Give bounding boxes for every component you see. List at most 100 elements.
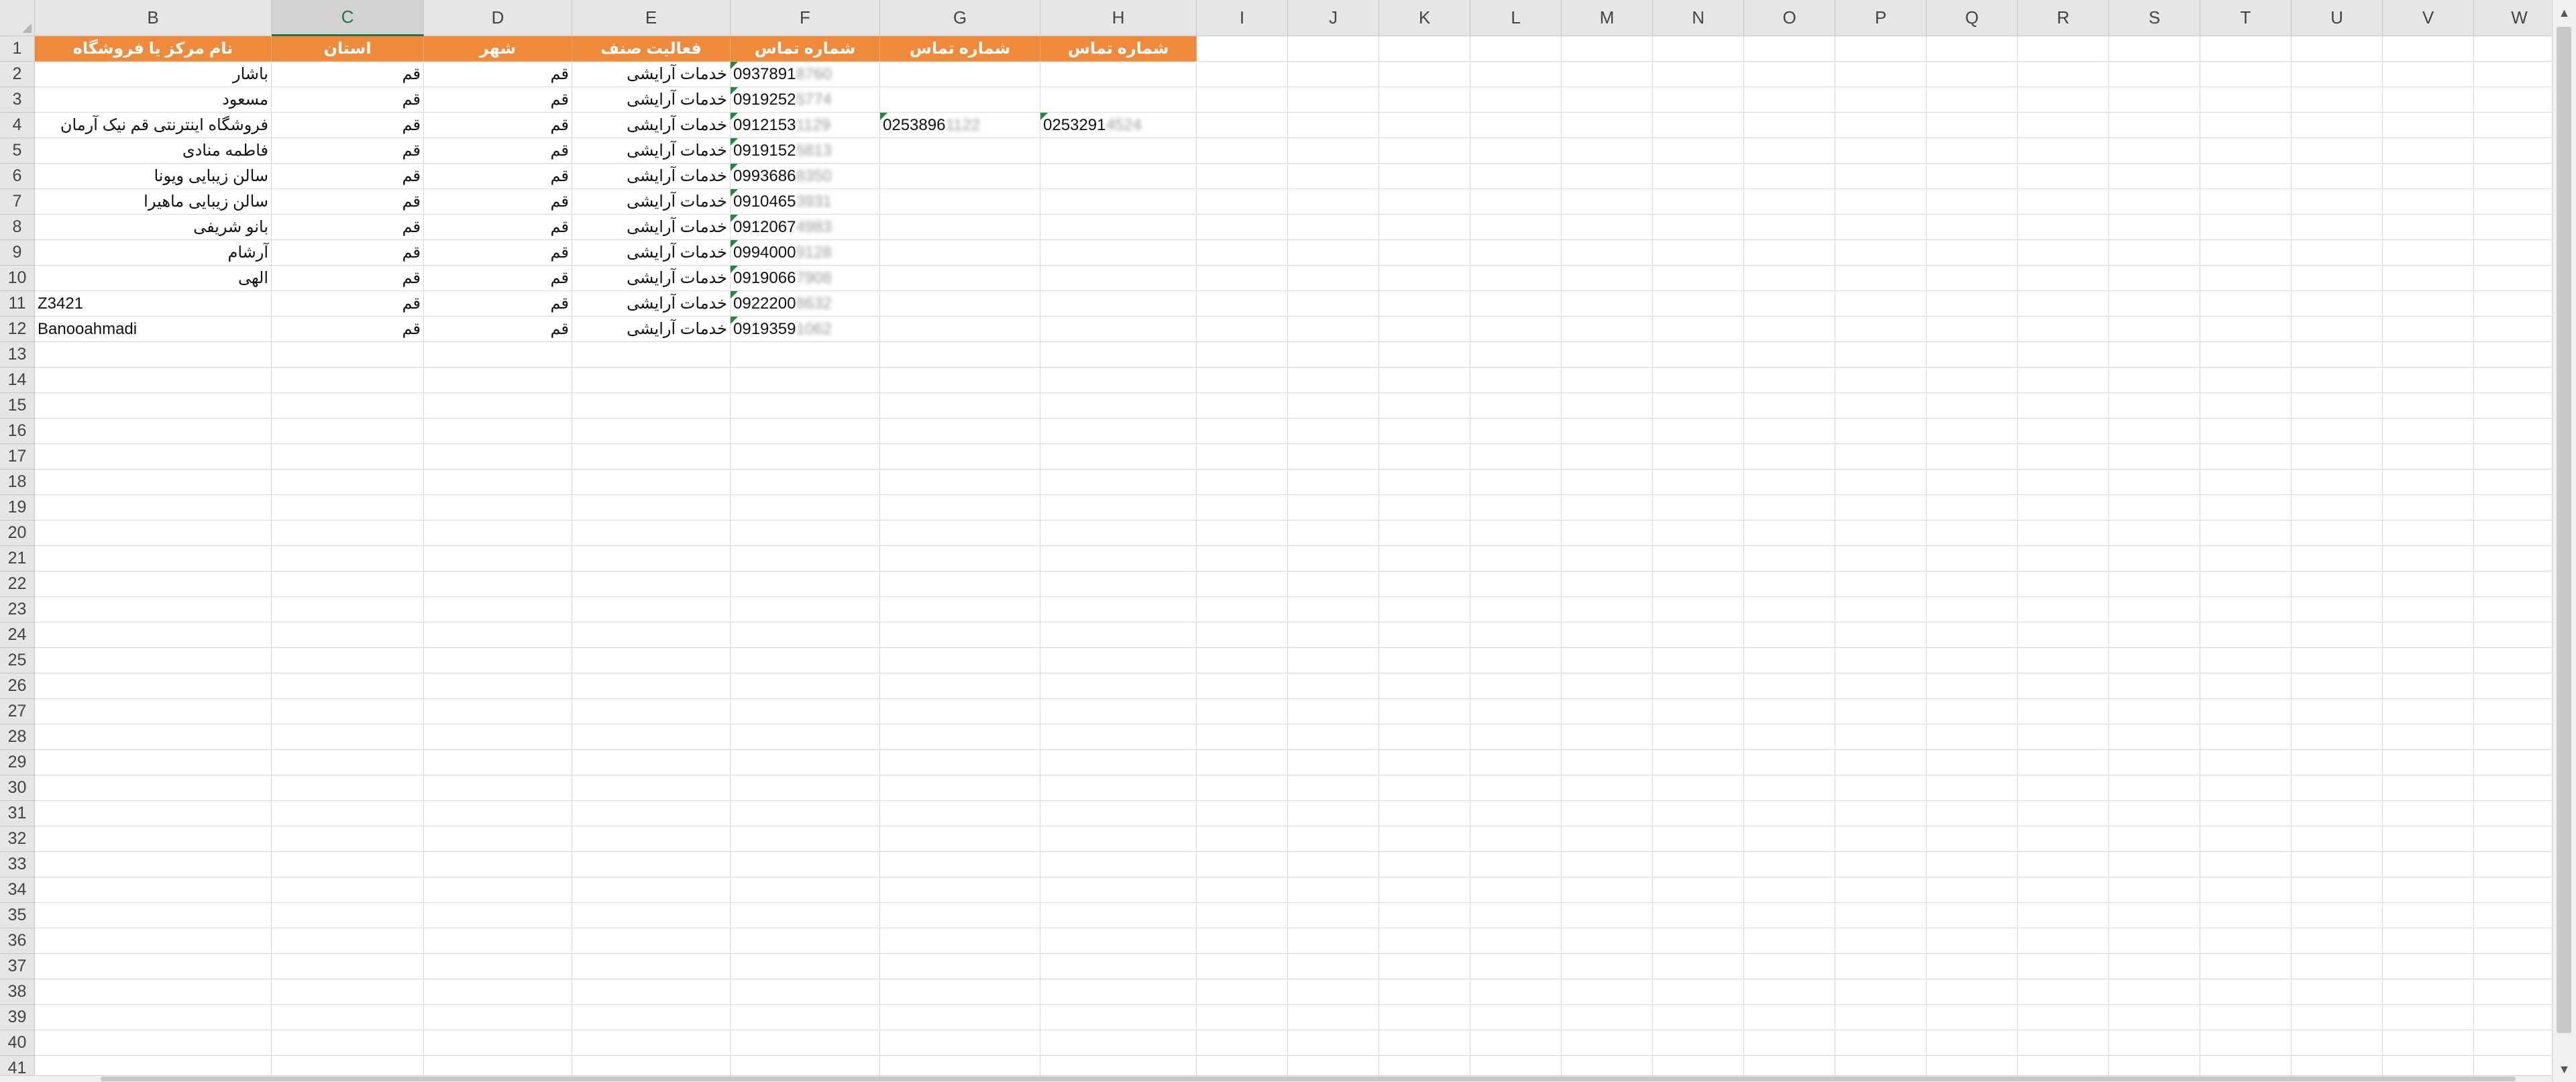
cell-city[interactable]: قم (424, 240, 572, 266)
cell[interactable] (2018, 673, 2109, 699)
cell[interactable] (731, 673, 880, 699)
cell[interactable] (2292, 62, 2383, 87)
cell[interactable] (1744, 240, 1835, 266)
cell[interactable] (2474, 495, 2552, 521)
cell[interactable] (272, 470, 424, 495)
row-header-23[interactable]: 23 (0, 597, 35, 623)
cell[interactable] (1288, 189, 1379, 215)
cell[interactable] (1040, 572, 1197, 597)
cell[interactable] (2200, 724, 2292, 750)
cell[interactable] (2474, 699, 2552, 724)
cell[interactable] (1653, 724, 1744, 750)
cell[interactable] (1040, 954, 1197, 979)
row-header-41[interactable]: 41 (0, 1056, 35, 1075)
cell[interactable] (1288, 903, 1379, 928)
cell-phone-h[interactable] (1040, 240, 1197, 266)
cell[interactable] (1653, 597, 1744, 623)
cell[interactable] (1744, 954, 1835, 979)
cell[interactable] (1835, 368, 1927, 393)
cell[interactable] (572, 699, 731, 724)
cell[interactable] (572, 572, 731, 597)
cell-phone-f[interactable]: 09104653931 (731, 189, 880, 215)
column-header-p[interactable]: P (1835, 0, 1927, 36)
cell[interactable] (1470, 189, 1562, 215)
cell[interactable] (35, 877, 272, 903)
cell[interactable] (1927, 597, 2018, 623)
cell[interactable] (1835, 113, 1927, 138)
cell[interactable] (572, 546, 731, 572)
cell[interactable] (272, 877, 424, 903)
cell[interactable] (2200, 291, 2292, 317)
cell[interactable] (35, 954, 272, 979)
cell[interactable] (731, 623, 880, 648)
cell[interactable] (272, 750, 424, 775)
cell[interactable] (2474, 470, 2552, 495)
cell[interactable] (1197, 877, 1288, 903)
cell[interactable] (2200, 266, 2292, 291)
cell-phone-f[interactable]: 09120674983 (731, 215, 880, 240)
cell[interactable] (1744, 801, 1835, 826)
column-header-s[interactable]: S (2109, 0, 2200, 36)
cell[interactable] (1288, 954, 1379, 979)
column-header-f[interactable]: F (731, 0, 880, 36)
cell[interactable] (2474, 87, 2552, 113)
cell[interactable] (2018, 87, 2109, 113)
cell[interactable] (35, 750, 272, 775)
cell[interactable] (2200, 572, 2292, 597)
cell[interactable] (1470, 928, 1562, 954)
cell[interactable] (2292, 623, 2383, 648)
cell[interactable] (1288, 546, 1379, 572)
cell[interactable] (1288, 87, 1379, 113)
cell[interactable] (424, 572, 572, 597)
cell[interactable] (1835, 648, 1927, 673)
cell-province[interactable]: قم (272, 215, 424, 240)
cell[interactable] (880, 699, 1040, 724)
cell[interactable] (2474, 826, 2552, 852)
cell[interactable] (2474, 62, 2552, 87)
cell[interactable] (2109, 1030, 2200, 1056)
cell[interactable] (731, 444, 880, 470)
cell[interactable] (1288, 240, 1379, 266)
cell[interactable] (731, 495, 880, 521)
column-header-v[interactable]: V (2383, 0, 2474, 36)
cell[interactable] (2109, 521, 2200, 546)
cell[interactable] (1379, 623, 1470, 648)
cell[interactable] (2018, 62, 2109, 87)
cell[interactable] (2018, 572, 2109, 597)
cell[interactable] (731, 699, 880, 724)
cell[interactable] (1562, 419, 1653, 444)
scroll-up-icon[interactable]: ▲ (2553, 0, 2576, 25)
cell[interactable] (35, 572, 272, 597)
cell[interactable] (1040, 393, 1197, 419)
cell[interactable] (272, 572, 424, 597)
cell[interactable] (2109, 826, 2200, 852)
cell[interactable] (1744, 750, 1835, 775)
cell[interactable] (2474, 393, 2552, 419)
cell-phone-h[interactable]: 02532914524 (1040, 113, 1197, 138)
cell[interactable] (2383, 215, 2474, 240)
cell[interactable] (35, 393, 272, 419)
cell[interactable] (1562, 699, 1653, 724)
cell[interactable] (1835, 444, 1927, 470)
cell[interactable] (272, 1030, 424, 1056)
cell[interactable] (2200, 36, 2292, 62)
cell[interactable] (2474, 138, 2552, 164)
cell[interactable] (1744, 724, 1835, 750)
cell[interactable] (1470, 597, 1562, 623)
cell[interactable] (1379, 495, 1470, 521)
cell[interactable] (572, 444, 731, 470)
cell[interactable] (272, 979, 424, 1005)
cell[interactable] (572, 826, 731, 852)
cell[interactable] (2018, 1030, 2109, 1056)
cell[interactable] (2474, 954, 2552, 979)
cell[interactable] (2292, 189, 2383, 215)
cell-activity[interactable]: خدمات آرایشی (572, 317, 731, 342)
cell[interactable] (2200, 317, 2292, 342)
cell[interactable] (2383, 903, 2474, 928)
cell[interactable] (2474, 597, 2552, 623)
horizontal-scroll-thumb[interactable] (101, 1077, 2516, 1081)
cell[interactable] (1744, 215, 1835, 240)
cell[interactable] (1288, 852, 1379, 877)
cell-city[interactable]: قم (424, 215, 572, 240)
cell[interactable] (572, 597, 731, 623)
